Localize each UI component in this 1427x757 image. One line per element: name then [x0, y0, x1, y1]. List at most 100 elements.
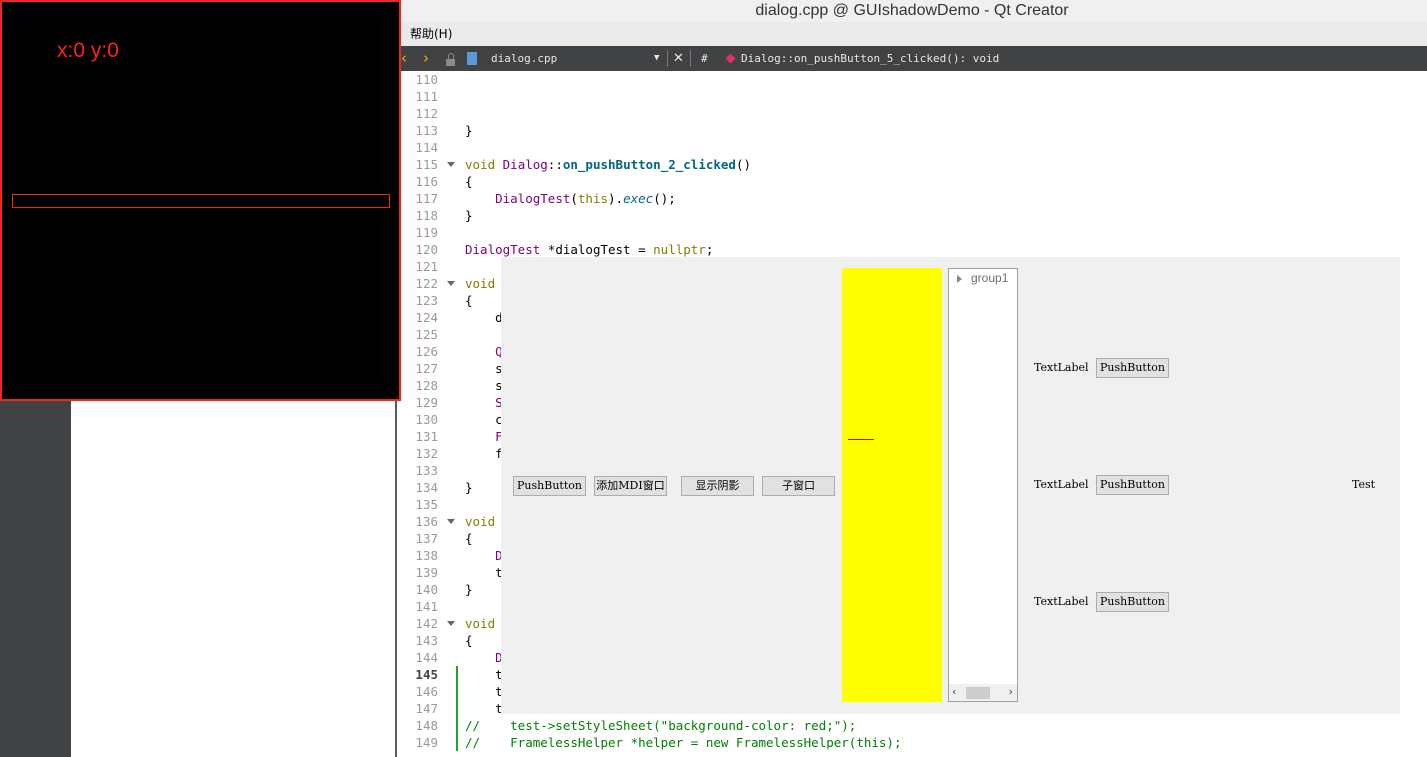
change-marker: [456, 717, 458, 734]
form-push-button[interactable]: PushButton: [1096, 358, 1169, 378]
back-arrow-icon[interactable]: ‹: [401, 46, 407, 71]
add-mdi-window-button[interactable]: 添加MDI窗口: [594, 476, 667, 496]
fold-arrow-icon[interactable]: [447, 621, 455, 626]
fold-arrow-icon[interactable]: [447, 162, 455, 167]
code-token: ).: [608, 191, 624, 206]
code-text: d: [465, 309, 503, 326]
symbol-selector[interactable]: Dialog::on_pushButton_5_clicked(): void: [741, 46, 999, 71]
code-text: F: [465, 428, 503, 445]
code-text: void: [465, 275, 495, 292]
line-number: 113: [415, 123, 438, 138]
code-token: ;: [705, 242, 714, 257]
text-label: TextLabel: [1034, 595, 1089, 608]
code-line[interactable]: 148 // test->setStyleSheet("background-co…: [397, 717, 1427, 734]
code-line[interactable]: 118}: [397, 207, 1427, 224]
line-number: 130: [415, 412, 438, 427]
code-token: Dialog: [502, 157, 548, 172]
line-number: 118: [415, 208, 438, 223]
window-title: dialog.cpp @ GUIshadowDemo - Qt Creator: [397, 0, 1427, 22]
tree-view[interactable]: group1 ‹ ›: [948, 268, 1018, 702]
code-token: ();: [653, 191, 676, 206]
menu-help[interactable]: 帮助(H): [410, 27, 452, 41]
code-token: t: [465, 684, 503, 699]
code-line[interactable]: 110: [397, 71, 1427, 88]
code-text: {: [465, 292, 473, 309]
code-line[interactable]: 111: [397, 88, 1427, 105]
horizontal-scrollbar[interactable]: ‹ ›: [949, 684, 1017, 701]
change-marker: [456, 666, 458, 683]
code-text: void: [465, 513, 495, 530]
code-line[interactable]: 117 DialogTest(this).exec();: [397, 190, 1427, 207]
close-icon[interactable]: ✕: [673, 46, 684, 71]
code-line[interactable]: 149 // FramelessHelper *helper = new Fram…: [397, 734, 1427, 751]
show-shadow-button[interactable]: 显示阴影: [681, 476, 754, 496]
code-token: (): [735, 157, 752, 172]
forward-arrow-icon[interactable]: ›: [423, 46, 429, 71]
code-token: f: [465, 446, 503, 461]
fold-arrow-icon[interactable]: [447, 281, 455, 286]
lock-icon[interactable]: [446, 46, 455, 71]
code-line[interactable]: 115 void Dialog::on_pushButton_2_clicked(…: [397, 156, 1427, 173]
tree-item-group1[interactable]: group1: [971, 271, 1008, 285]
line-number: 116: [415, 174, 438, 189]
editor-toolbar: ‹ › dialog.cpp ▼ ✕ # Dialog::on_pushButt…: [397, 46, 1427, 71]
line-number: 142: [415, 616, 438, 631]
line-number: 117: [415, 191, 438, 206]
hash-label[interactable]: #: [701, 46, 708, 71]
code-text: D: [465, 649, 503, 666]
code-text: s: [465, 360, 503, 377]
cpp-file-icon: [467, 46, 478, 71]
coordinate-label: x:0 y:0: [57, 39, 119, 62]
text-label: TextLabel: [1034, 361, 1089, 374]
line-number: 120: [415, 242, 438, 257]
code-text: void: [465, 615, 495, 632]
form-push-button[interactable]: PushButton: [1096, 592, 1169, 612]
red-marker: [848, 439, 874, 440]
code-token: void: [465, 514, 496, 529]
scroll-right-icon[interactable]: ›: [1009, 685, 1013, 698]
code-text: }: [465, 122, 473, 139]
code-text: }: [465, 207, 473, 224]
code-line[interactable]: 112: [397, 105, 1427, 122]
code-text: // test->setStyleSheet("background-color…: [465, 717, 856, 734]
code-line[interactable]: 120 DialogTest *dialogTest = nullptr;: [397, 241, 1427, 258]
code-line[interactable]: 114: [397, 139, 1427, 156]
expand-arrow-icon[interactable]: [957, 275, 962, 283]
line-number: 134: [415, 480, 438, 495]
code-line[interactable]: 113}: [397, 122, 1427, 139]
change-marker: [456, 734, 458, 751]
code-token: d: [465, 310, 503, 325]
shadow-window[interactable]: x:0 y:0: [0, 0, 401, 401]
line-number: 148: [415, 718, 438, 733]
code-token: {: [465, 174, 473, 189]
code-line[interactable]: 119: [397, 224, 1427, 241]
code-text: t: [465, 700, 503, 717]
code-text: DialogTest *dialogTest = nullptr;: [465, 241, 713, 258]
code-token: void: [465, 616, 496, 631]
code-line[interactable]: 116 {: [397, 173, 1427, 190]
chevron-down-icon[interactable]: ▼: [654, 46, 659, 71]
code-text: f: [465, 445, 503, 462]
open-document-name[interactable]: dialog.cpp: [491, 46, 557, 71]
line-number: 129: [415, 395, 438, 410]
line-number: 111: [415, 89, 438, 104]
code-token: DialogTest: [495, 191, 571, 206]
sub-window-button[interactable]: 子窗口: [762, 476, 835, 496]
toolbar-divider: [690, 50, 691, 67]
code-text: {: [465, 530, 473, 547]
scroll-thumb[interactable]: [966, 687, 990, 699]
line-number: 126: [415, 344, 438, 359]
scroll-left-icon[interactable]: ‹: [952, 685, 956, 698]
menu-bar: 帮助(H): [397, 22, 1427, 47]
red-outline-rect: [12, 194, 390, 208]
fold-arrow-icon[interactable]: [447, 519, 455, 524]
form-push-button[interactable]: PushButton: [1096, 475, 1169, 495]
code-token: c: [465, 412, 503, 427]
code-token: t: [465, 701, 503, 716]
demo-dialog: PushButton 添加MDI窗口 显示阴影 子窗口 group1 ‹ › T…: [501, 257, 1400, 714]
line-number: 136: [415, 514, 438, 529]
push-button[interactable]: PushButton: [513, 476, 586, 496]
